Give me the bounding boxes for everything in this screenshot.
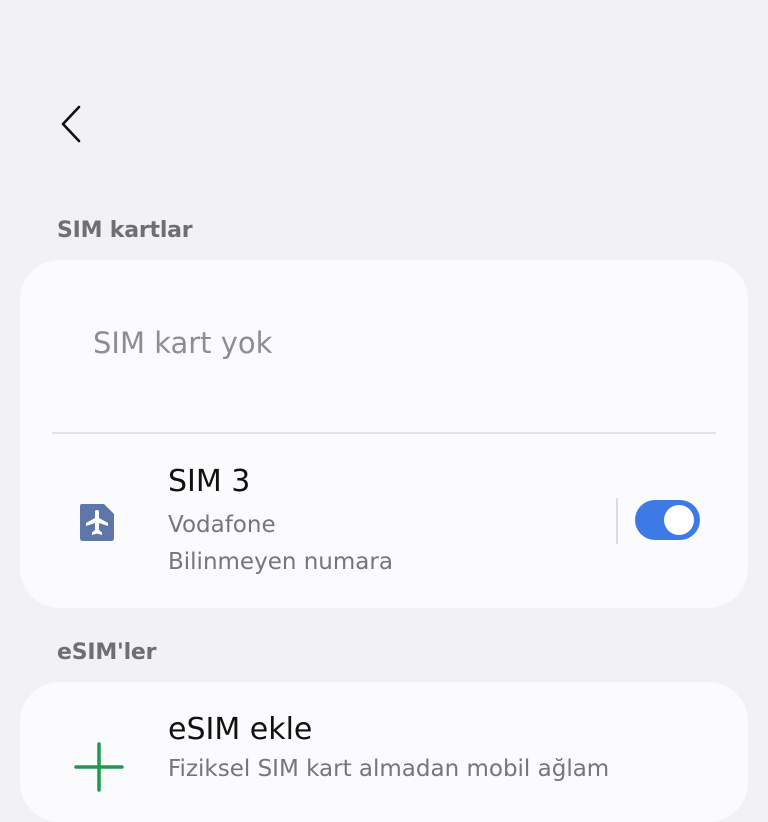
sim-3-row[interactable]: SIM 3 Vodafone Bilinmeyen numara	[20, 456, 748, 592]
sim-3-toggle[interactable]	[635, 500, 700, 540]
sim-3-title: SIM 3	[168, 464, 251, 499]
divider	[52, 432, 716, 434]
section-header-esims: eSIM'ler	[57, 640, 157, 665]
sim-cards-card: SIM kart yok SIM 3 Vodafone Bilinmeyen n…	[20, 260, 748, 608]
esims-card: eSIM ekle Fiziksel SIM kart almadan mobi…	[20, 682, 748, 822]
toggle-knob	[664, 505, 694, 535]
sim-3-carrier: Vodafone	[168, 512, 276, 538]
plus-icon	[74, 742, 124, 792]
add-esim-title: eSIM ekle	[168, 712, 313, 747]
chevron-left-icon	[61, 105, 81, 143]
no-sim-text: SIM kart yok	[93, 326, 273, 360]
back-button[interactable]	[48, 96, 94, 152]
sim-3-number: Bilinmeyen numara	[168, 549, 393, 575]
add-esim-description: Fiziksel SIM kart almadan mobil ağlam	[168, 756, 610, 782]
vertical-separator	[616, 498, 618, 544]
section-header-sim-cards: SIM kartlar	[57, 218, 193, 243]
airplane-sim-icon	[80, 504, 114, 541]
add-esim-row[interactable]: eSIM ekle Fiziksel SIM kart almadan mobi…	[20, 682, 748, 822]
